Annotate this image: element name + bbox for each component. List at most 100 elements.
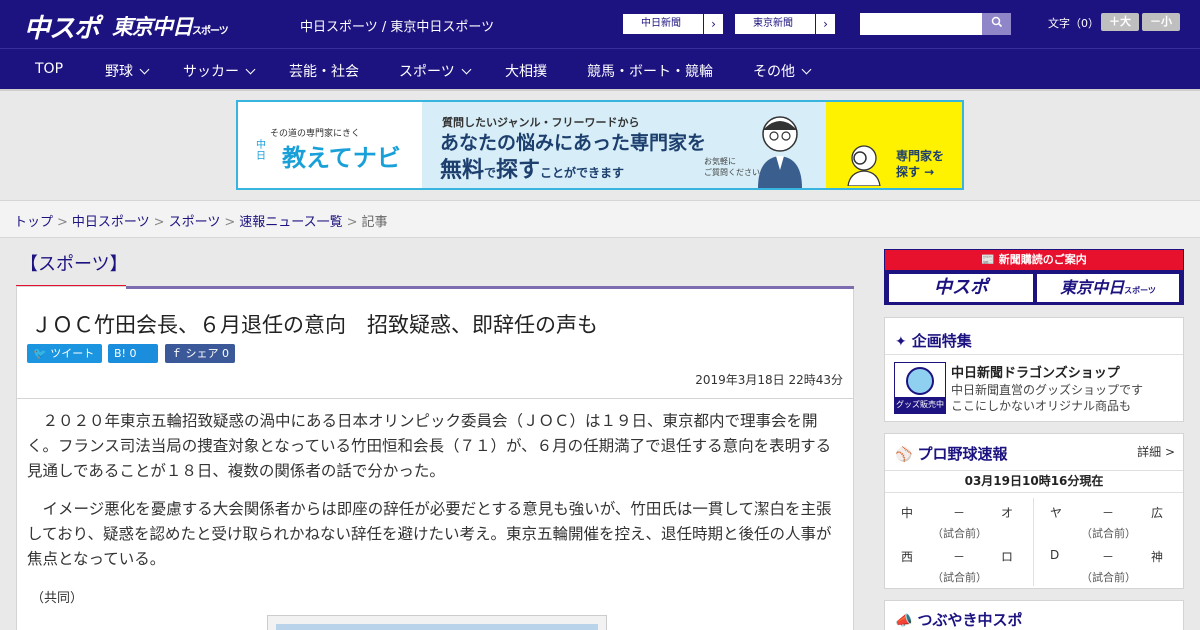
game-score[interactable]: ヤ － 広 （試合前）: [1034, 498, 1183, 542]
subscription-box: 📰 新聞購読のご案内 中スポ 東京中日スポーツ: [884, 249, 1184, 305]
feature-title: ✦ 企画特集: [895, 330, 972, 351]
banner-brand-name: 教えてナビ: [282, 144, 401, 172]
article-photo[interactable]: [267, 615, 607, 630]
home-team: ヤ: [1050, 506, 1063, 520]
breadcrumb-chunichi-sports[interactable]: 中日スポーツ: [72, 215, 150, 230]
banner-copy-line2: あなたの悩みにあった専門家を: [440, 132, 707, 154]
site-name-link[interactable]: 中日スポーツ / 東京中日スポーツ: [300, 16, 494, 35]
search-input[interactable]: [860, 13, 982, 35]
search-icon: [991, 16, 1002, 28]
baseball-icon: ⚾: [895, 447, 913, 463]
breadcrumb-top[interactable]: トップ: [14, 215, 53, 230]
nav-other[interactable]: その他: [753, 61, 812, 81]
font-bigger-button[interactable]: ＋大: [1101, 13, 1139, 31]
breadcrumb-bar: トップ > 中日スポーツ > スポーツ > 速報ニュース一覧 > 記事: [0, 200, 1200, 238]
tokyo-logo-sub: スポーツ: [192, 26, 229, 37]
nav-label: サッカー: [183, 64, 239, 80]
article-headline: ＪＯＣ竹田会長、６月退任の意向 招致疑惑、即辞任の声も: [31, 313, 598, 337]
megaphone-icon: 📣: [895, 613, 913, 629]
nav-label: 大相撲: [505, 64, 547, 80]
nav-soccer[interactable]: サッカー: [183, 61, 256, 81]
game-status: （試合前）: [932, 571, 987, 584]
banner-copy-panel: 質問したいジャンル・フリーワードから あなたの悩みにあった専門家を 無料で探すこ…: [422, 102, 826, 188]
font-smaller-button[interactable]: －小: [1142, 13, 1180, 31]
home-team: D: [1050, 548, 1060, 562]
nav-sumo[interactable]: 大相撲: [505, 61, 547, 81]
nav-label: その他: [753, 64, 795, 80]
tweet-label: ツイート: [50, 347, 95, 360]
nav-top[interactable]: TOP: [35, 61, 63, 77]
newspaper-icon: 📰: [981, 253, 995, 266]
banner-cta-panel[interactable]: 専門家を探す →: [826, 102, 962, 188]
chevron-down-icon: [461, 64, 472, 75]
game-score[interactable]: 西 － ロ （試合前）: [885, 542, 1034, 586]
top-header: 中スポ 東京中日スポーツ 中日スポーツ / 東京中日スポーツ 中日新聞 › 東京新…: [0, 0, 1200, 48]
sub-logo2-small: スポーツ: [1124, 286, 1156, 295]
score-dash: －: [1102, 550, 1115, 564]
twitter-icon: 🐦: [33, 347, 47, 360]
breadcrumb: トップ > 中日スポーツ > スポーツ > 速報ニュース一覧 > 記事: [14, 211, 388, 230]
chunichi-shimbun-button[interactable]: 中日新聞 ›: [622, 13, 724, 35]
chevron-down-icon: [139, 64, 150, 75]
home-team: 西: [901, 550, 914, 564]
game-score[interactable]: 中 － オ （試合前）: [885, 498, 1034, 542]
search-button[interactable]: [982, 13, 1011, 35]
nav-entertainment[interactable]: 芸能・社会: [289, 61, 359, 81]
banner-cta-line2: 探す →: [896, 165, 935, 179]
card-divider: [885, 354, 1183, 355]
shop-desc-1: 中日新聞直営のグッズショップです: [951, 383, 1144, 397]
baseball-detail-link[interactable]: 詳細 >: [1137, 443, 1175, 460]
nav-racing[interactable]: 競馬・ボート・競輪: [587, 61, 713, 81]
breadcrumb-current: 記事: [361, 215, 388, 230]
baseball-title-text: プロ野球速報: [917, 445, 1008, 463]
breadcrumb-news-list[interactable]: 速報ニュース一覧: [239, 215, 342, 230]
article-paragraph: イメージ悪化を憂慮する大会関係者からは即座の辞任が必要だとする意見も強いが、竹田…: [27, 500, 832, 568]
score-dash: －: [953, 550, 966, 564]
tokyo-chunichi-logo[interactable]: 東京中日スポーツ: [112, 11, 229, 41]
game-score[interactable]: D － 神 （試合前）: [1034, 542, 1183, 586]
game-status: （試合前）: [1081, 571, 1136, 584]
game-status: （試合前）: [932, 527, 987, 540]
dragons-shop-thumbnail[interactable]: グッズ販売中: [894, 362, 946, 414]
breadcrumb-separator: >: [224, 215, 236, 230]
main-nav: TOP 野球 サッカー 芸能・社会 スポーツ 大相撲 競馬・ボート・競輪 その他: [0, 48, 1200, 89]
facebook-icon: ｆ: [171, 347, 182, 360]
subscribe-tokyo-chunichi-button[interactable]: 東京中日スポーツ: [1037, 274, 1179, 302]
nav-label: 芸能・社会: [289, 64, 359, 80]
subscribe-chuspo-button[interactable]: 中スポ: [889, 274, 1033, 302]
baseball-scores-card: ⚾ プロ野球速報 詳細 > 03月19日10時16分現在 中 － オ （試合前） ヤ － 広…: [884, 433, 1184, 589]
nav-label: スポーツ: [399, 64, 455, 80]
away-team: 神: [1150, 550, 1163, 564]
tokyo-shimbun-button[interactable]: 東京新聞 ›: [734, 13, 836, 35]
paper-label: 東京新聞: [753, 18, 793, 29]
banner-cta-text: 専門家を探す →: [896, 148, 944, 180]
tweet-button[interactable]: 🐦 ツイート: [27, 344, 102, 363]
away-team: 広: [1150, 506, 1163, 520]
paper-label: 中日新聞: [641, 18, 681, 29]
chuspo-logo[interactable]: 中スポ: [24, 8, 100, 45]
nav-sports[interactable]: スポーツ: [399, 61, 472, 81]
away-team: オ: [1000, 506, 1013, 520]
breadcrumb-separator: >: [57, 215, 68, 230]
ad-banner[interactable]: その道の専門家にきく 中日 教えてナビ 質問したいジャンル・フリーワードから あ…: [236, 100, 964, 190]
tweets-title-text: つぶやき中スポ: [917, 611, 1023, 629]
score-dash: －: [953, 506, 966, 520]
article-credit: （共同）: [31, 591, 84, 606]
card-divider: [885, 492, 1183, 493]
shop-desc-2: ここにしかないオリジナル商品も: [951, 399, 1132, 413]
facebook-share-button[interactable]: ｆ シェア 0: [165, 344, 235, 363]
subscription-title: 📰 新聞購読のご案内: [885, 250, 1183, 270]
breadcrumb-sports[interactable]: スポーツ: [169, 215, 221, 230]
home-team: 中: [901, 506, 914, 520]
tweets-title: 📣 つぶやき中スポ: [895, 609, 1022, 630]
article-paragraph: ２０２０年東京五輪招致疑惑の渦中にある日本オリンピック委員会（ＪＯＣ）は１９日、…: [27, 412, 832, 480]
facebook-label: シェア 0: [185, 347, 230, 360]
hatena-bookmark-button[interactable]: B! 0: [108, 344, 158, 363]
chevron-down-icon: [801, 64, 812, 75]
banner-cta-line1: 専門家を: [896, 149, 945, 163]
nav-baseball[interactable]: 野球: [105, 61, 150, 81]
banner-brand-panel: その道の専門家にきく 中日 教えてナビ: [238, 102, 422, 188]
score-dash: －: [1102, 506, 1115, 520]
chevron-right-icon: ›: [815, 14, 835, 34]
dragons-shop-link[interactable]: 中日新聞ドラゴンズショップ: [951, 362, 1120, 381]
